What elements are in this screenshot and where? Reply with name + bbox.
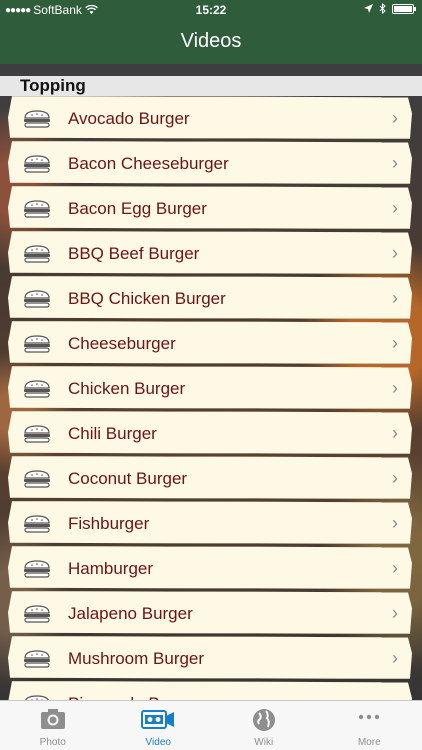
list-item[interactable]: BBQ Beef Burger › <box>8 231 412 274</box>
navigation-bar: ●●●●● SoftBank 15:22 Videos <box>0 0 422 64</box>
list-item-label: Bacon Cheeseburger <box>68 154 229 173</box>
burger-icon <box>23 470 51 488</box>
list-item-label: Chicken Burger <box>68 379 186 398</box>
bluetooth-icon <box>379 3 386 14</box>
tab-label: Video <box>145 737 171 748</box>
tab-label: More <box>357 737 381 748</box>
status-time: 15:22 <box>195 3 227 17</box>
page-title: Videos <box>180 30 242 52</box>
list-item[interactable]: Coconut Burger › <box>8 456 412 499</box>
chevron-right-icon: › <box>392 468 398 488</box>
list-item[interactable]: Cheeseburger › <box>8 321 412 364</box>
list-item-label: Bacon Egg Burger <box>68 199 207 218</box>
tab-wiki[interactable]: Wiki <box>211 701 317 750</box>
list-item[interactable]: Hamburger › <box>8 546 412 589</box>
chevron-right-icon: › <box>392 153 398 173</box>
chevron-right-icon: › <box>392 108 398 128</box>
burger-icon <box>23 110 51 128</box>
chevron-right-icon: › <box>392 243 398 263</box>
list-item[interactable]: Bacon Cheeseburger › <box>8 141 412 184</box>
list-item-label: Coconut Burger <box>68 469 188 488</box>
list-item[interactable]: Chili Burger › <box>8 411 412 454</box>
list-item[interactable]: BBQ Chicken Burger › <box>8 276 412 319</box>
chevron-right-icon: › <box>392 513 398 533</box>
tab-more[interactable]: More <box>317 701 422 750</box>
list-item[interactable]: Mushroom Burger › <box>8 636 412 679</box>
chevron-right-icon: › <box>392 198 398 218</box>
burger-icon <box>23 605 51 623</box>
list-item[interactable]: Bacon Egg Burger › <box>8 186 412 229</box>
chevron-right-icon: › <box>392 603 398 623</box>
list-item[interactable]: Jalapeno Burger › <box>8 591 412 634</box>
burger-icon <box>23 245 51 263</box>
list-item[interactable]: Fishburger › <box>8 501 412 544</box>
list-item-label: Hamburger <box>68 559 154 578</box>
list-item-label: BBQ Chicken Burger <box>68 289 226 308</box>
list-item-label: Fishburger <box>68 514 150 533</box>
chevron-right-icon: › <box>392 423 398 443</box>
list-item[interactable]: Avocado Burger › <box>8 96 412 139</box>
burger-icon <box>23 425 51 443</box>
burger-icon <box>23 650 51 668</box>
burger-icon <box>23 380 51 398</box>
list-item-label: Jalapeno Burger <box>68 604 193 623</box>
chevron-right-icon: › <box>392 288 398 308</box>
location-arrow-icon <box>364 4 373 13</box>
burger-icon <box>23 560 51 578</box>
status-bar: ●●●●● SoftBank 15:22 <box>0 0 422 20</box>
burger-icon <box>23 290 51 308</box>
burger-icon <box>23 155 51 173</box>
globe-icon <box>251 707 277 738</box>
camera-icon <box>39 707 67 736</box>
chevron-right-icon: › <box>392 333 398 353</box>
tab-video[interactable]: Video <box>106 701 212 750</box>
tab-label: Photo <box>39 737 66 748</box>
list-item[interactable]: Chicken Burger › <box>8 366 412 409</box>
more-icon <box>356 707 382 732</box>
list-item-label: Mushroom Burger <box>68 649 205 668</box>
chevron-right-icon: › <box>392 648 398 668</box>
video-camera-icon <box>141 707 175 736</box>
burger-icon <box>23 335 51 353</box>
battery-icon <box>392 3 416 14</box>
burger-icon <box>23 200 51 218</box>
burger-icon <box>23 515 51 533</box>
video-list: Avocado Burger › Bacon Cheeseburger › Bacon … <box>0 96 422 726</box>
chevron-right-icon: › <box>392 378 398 398</box>
tab-bar: Photo Video Wiki More <box>0 700 422 750</box>
list-item-label: BBQ Beef Burger <box>68 244 200 263</box>
list-item-label: Avocado Burger <box>68 109 190 128</box>
tab-photo[interactable]: Photo <box>0 701 106 750</box>
tab-label: Wiki <box>254 737 274 748</box>
chevron-right-icon: › <box>392 558 398 578</box>
section-header: Topping <box>0 76 422 96</box>
list-item-label: Chili Burger <box>68 424 157 443</box>
list-item-label: Cheeseburger <box>68 334 176 353</box>
